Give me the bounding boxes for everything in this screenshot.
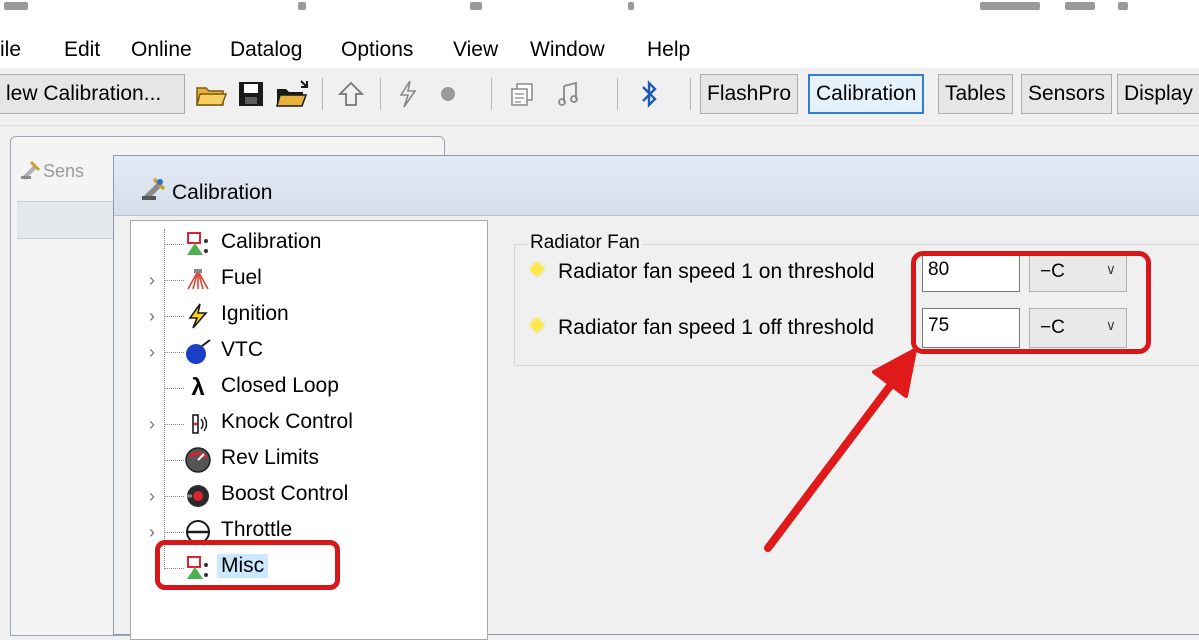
menu-view[interactable]: View: [453, 38, 498, 62]
rev-limits-icon: [183, 446, 213, 474]
tree-connector: [164, 244, 184, 245]
vtc-icon: [183, 338, 213, 366]
flashpro-tab[interactable]: FlashPro: [700, 74, 799, 114]
menu-options[interactable]: Options: [341, 38, 413, 62]
tree-item-label: Closed Loop: [221, 374, 339, 397]
copy-icon: [511, 83, 533, 106]
boost-icon: [183, 482, 213, 510]
fan-off-threshold-label: Radiator fan speed 1 off threshold: [558, 316, 874, 339]
title-fragment: [1118, 2, 1128, 10]
lightning-icon: [399, 80, 417, 108]
bluetooth-button[interactable]: [630, 74, 670, 114]
menu-online[interactable]: Online: [131, 38, 192, 62]
tree-item-vtc[interactable]: › VTC: [131, 335, 431, 369]
copy-button[interactable]: [504, 74, 540, 114]
tree-item-calibration[interactable]: Calibration: [131, 227, 431, 261]
app-icon-fragment: [4, 2, 28, 10]
toolbar-separator: [380, 78, 381, 110]
tree-vertical-guide: [164, 229, 165, 567]
title-fragment: [1065, 2, 1095, 10]
title-fragment: [628, 2, 634, 10]
calibration-wrench-icon: [142, 177, 166, 200]
record-button[interactable]: [430, 74, 466, 114]
tree-item-label: VTC: [221, 338, 263, 361]
threshold-highlight-box: [911, 251, 1151, 354]
title-fragment: [470, 2, 482, 10]
chevron-right-icon[interactable]: ›: [149, 414, 155, 435]
save-disk-icon: [239, 82, 263, 106]
chevron-right-icon[interactable]: ›: [149, 522, 155, 543]
tree-connector: [164, 424, 184, 425]
calibration-window-titlebar[interactable]: Calibration: [114, 156, 1199, 216]
record-dot-icon: [441, 87, 455, 101]
tree-connector: [164, 496, 184, 497]
calibration-tab[interactable]: Calibration: [808, 74, 925, 114]
ignition-icon: [183, 302, 213, 330]
tree-item-label: Calibration: [221, 230, 322, 253]
menu-window[interactable]: Window: [530, 38, 605, 62]
tree-item-ignition[interactable]: › Ignition: [131, 299, 431, 333]
tree-item-rev-limits[interactable]: Rev Limits: [131, 443, 431, 477]
open-recent-button[interactable]: [273, 74, 313, 114]
lambda-icon: λ: [191, 374, 205, 401]
tree-item-label: Ignition: [221, 302, 289, 325]
new-calibration-button[interactable]: lew Calibration...: [0, 74, 185, 114]
tree-item-boost-control[interactable]: › Boost Control: [131, 479, 431, 513]
menu-datalog[interactable]: Datalog: [230, 38, 302, 62]
calibration-window-title: Calibration: [172, 181, 273, 204]
tree-item-closed-loop[interactable]: λ Closed Loop: [131, 371, 431, 405]
upload-button[interactable]: [332, 74, 370, 114]
folder-arrow-icon: [276, 80, 308, 107]
tree-connector: [164, 532, 184, 533]
tree-connector: [164, 388, 184, 389]
tables-tab[interactable]: Tables: [938, 74, 1013, 114]
open-folder-icon: [196, 87, 227, 106]
sensors-tab[interactable]: Sensors: [1021, 74, 1113, 114]
tree-connector: [164, 460, 184, 461]
tree-item-label: Rev Limits: [221, 446, 320, 469]
toolbar-separator: [491, 78, 492, 110]
menu-help[interactable]: Help: [647, 38, 690, 62]
sensors-window-title: Sens: [43, 161, 85, 181]
toolbar-separator: [322, 78, 323, 110]
tree-item-label: Boost Control: [221, 482, 349, 505]
knock-icon: [183, 410, 213, 438]
save-button[interactable]: [233, 74, 269, 114]
radiator-fan-group-title: Radiator Fan: [528, 232, 642, 254]
chevron-right-icon[interactable]: ›: [149, 306, 155, 327]
tree-connector: [164, 352, 184, 353]
sound-button[interactable]: [550, 74, 586, 114]
calibration-wrench-icon: [21, 160, 41, 180]
display-tab[interactable]: Display: [1117, 74, 1199, 114]
menu-edit[interactable]: Edit: [64, 38, 100, 62]
tree-item-label: Knock Control: [221, 410, 353, 433]
calibration-icon: [183, 230, 213, 258]
tree-item-fuel[interactable]: › Fuel: [131, 263, 431, 297]
bluetooth-icon: [642, 80, 657, 108]
open-folder-button[interactable]: [193, 74, 229, 114]
chevron-right-icon[interactable]: ›: [149, 342, 155, 363]
menu-bar: ile Edit Online Datalog Options View Win…: [0, 34, 1199, 68]
menu-file[interactable]: ile: [0, 38, 21, 62]
chevron-right-icon[interactable]: ›: [149, 486, 155, 507]
toolbar: lew Calibration... FlashPro Calibration …: [0, 68, 1199, 126]
tree-connector: [164, 316, 184, 317]
chevron-right-icon[interactable]: ›: [149, 270, 155, 291]
tree-item-knock-control[interactable]: › Knock Control: [131, 407, 431, 441]
fuel-icon: [183, 266, 213, 294]
music-note-icon: [558, 81, 578, 106]
fan-on-threshold-label: Radiator fan speed 1 on threshold: [558, 260, 875, 283]
title-fragment: [298, 2, 306, 10]
tree-item-label: Throttle: [221, 518, 293, 541]
toolbar-separator: [617, 78, 618, 110]
tree-item-label: Fuel: [221, 266, 262, 289]
tree-connector: [164, 280, 184, 281]
title-fragment: [980, 2, 1040, 10]
program-button[interactable]: [390, 74, 426, 114]
window-title-strip: [0, 0, 1199, 34]
misc-highlight-box: [155, 540, 340, 590]
toolbar-separator: [690, 78, 691, 110]
up-arrow-icon: [337, 81, 365, 106]
